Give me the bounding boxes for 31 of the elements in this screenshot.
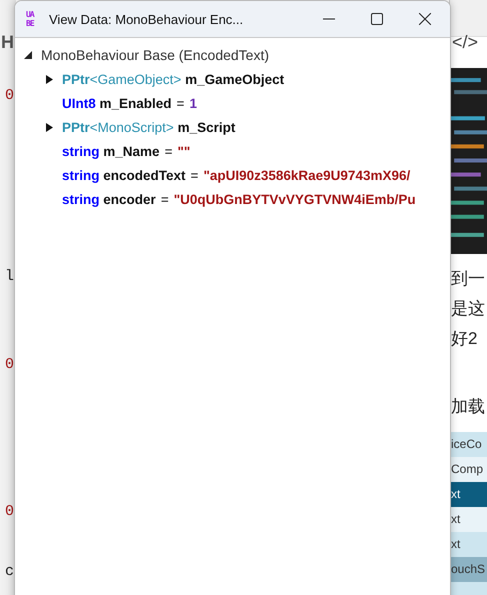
text-fragment: 0 <box>4 86 14 106</box>
text-fragment: 加载 <box>451 396 485 418</box>
collapse-arrow-icon[interactable] <box>24 51 32 59</box>
expand-arrow-icon[interactable] <box>46 122 53 132</box>
maximize-icon <box>371 13 383 25</box>
expand-arrow-icon[interactable] <box>46 74 53 84</box>
tree-item[interactable]: MonoBehaviour Base (EncodedText) <box>41 47 270 63</box>
list-row[interactable]: xt <box>450 532 487 557</box>
code-icon[interactable]: </> <box>452 32 478 52</box>
text-fragment: 0 <box>4 502 14 522</box>
tree-item[interactable]: PPtr<GameObject> m_GameObject <box>62 72 284 86</box>
app-icon: UA BE <box>26 10 40 28</box>
close-icon <box>419 13 431 25</box>
text-fragment: 到一 <box>451 268 485 290</box>
text-fragment: l <box>4 267 14 287</box>
tree-item[interactable]: PPtr<MonoScript> m_Script <box>62 120 236 134</box>
window-title: View Data: MonoBehaviour Enc... <box>49 12 244 26</box>
list-row[interactable]: Comp <box>450 457 487 482</box>
text-fragment: H <box>1 32 14 52</box>
text-fragment: 0 <box>4 355 14 375</box>
tree-item[interactable]: UInt8 m_Enabled = 1 <box>62 96 197 110</box>
list-row[interactable]: ouchS <box>450 557 487 582</box>
text-fragment: c <box>4 562 14 582</box>
tree-item[interactable]: string encodedText = "apUI90z3586kRae9U9743mX96/ <box>62 168 410 182</box>
list-row[interactable]: xt <box>450 482 487 507</box>
text-fragment: 是这 <box>451 298 485 320</box>
text-fragment: 好2 <box>451 328 478 350</box>
tree-item[interactable]: string encoder = "U0qUbGnBYTVvVYGTVNW4iEmb/Pu <box>62 192 416 206</box>
list-row[interactable]: xt <box>450 507 487 532</box>
list-row[interactable]: iceCo <box>450 432 487 457</box>
tree-item[interactable]: string m_Name = "" <box>62 144 190 158</box>
